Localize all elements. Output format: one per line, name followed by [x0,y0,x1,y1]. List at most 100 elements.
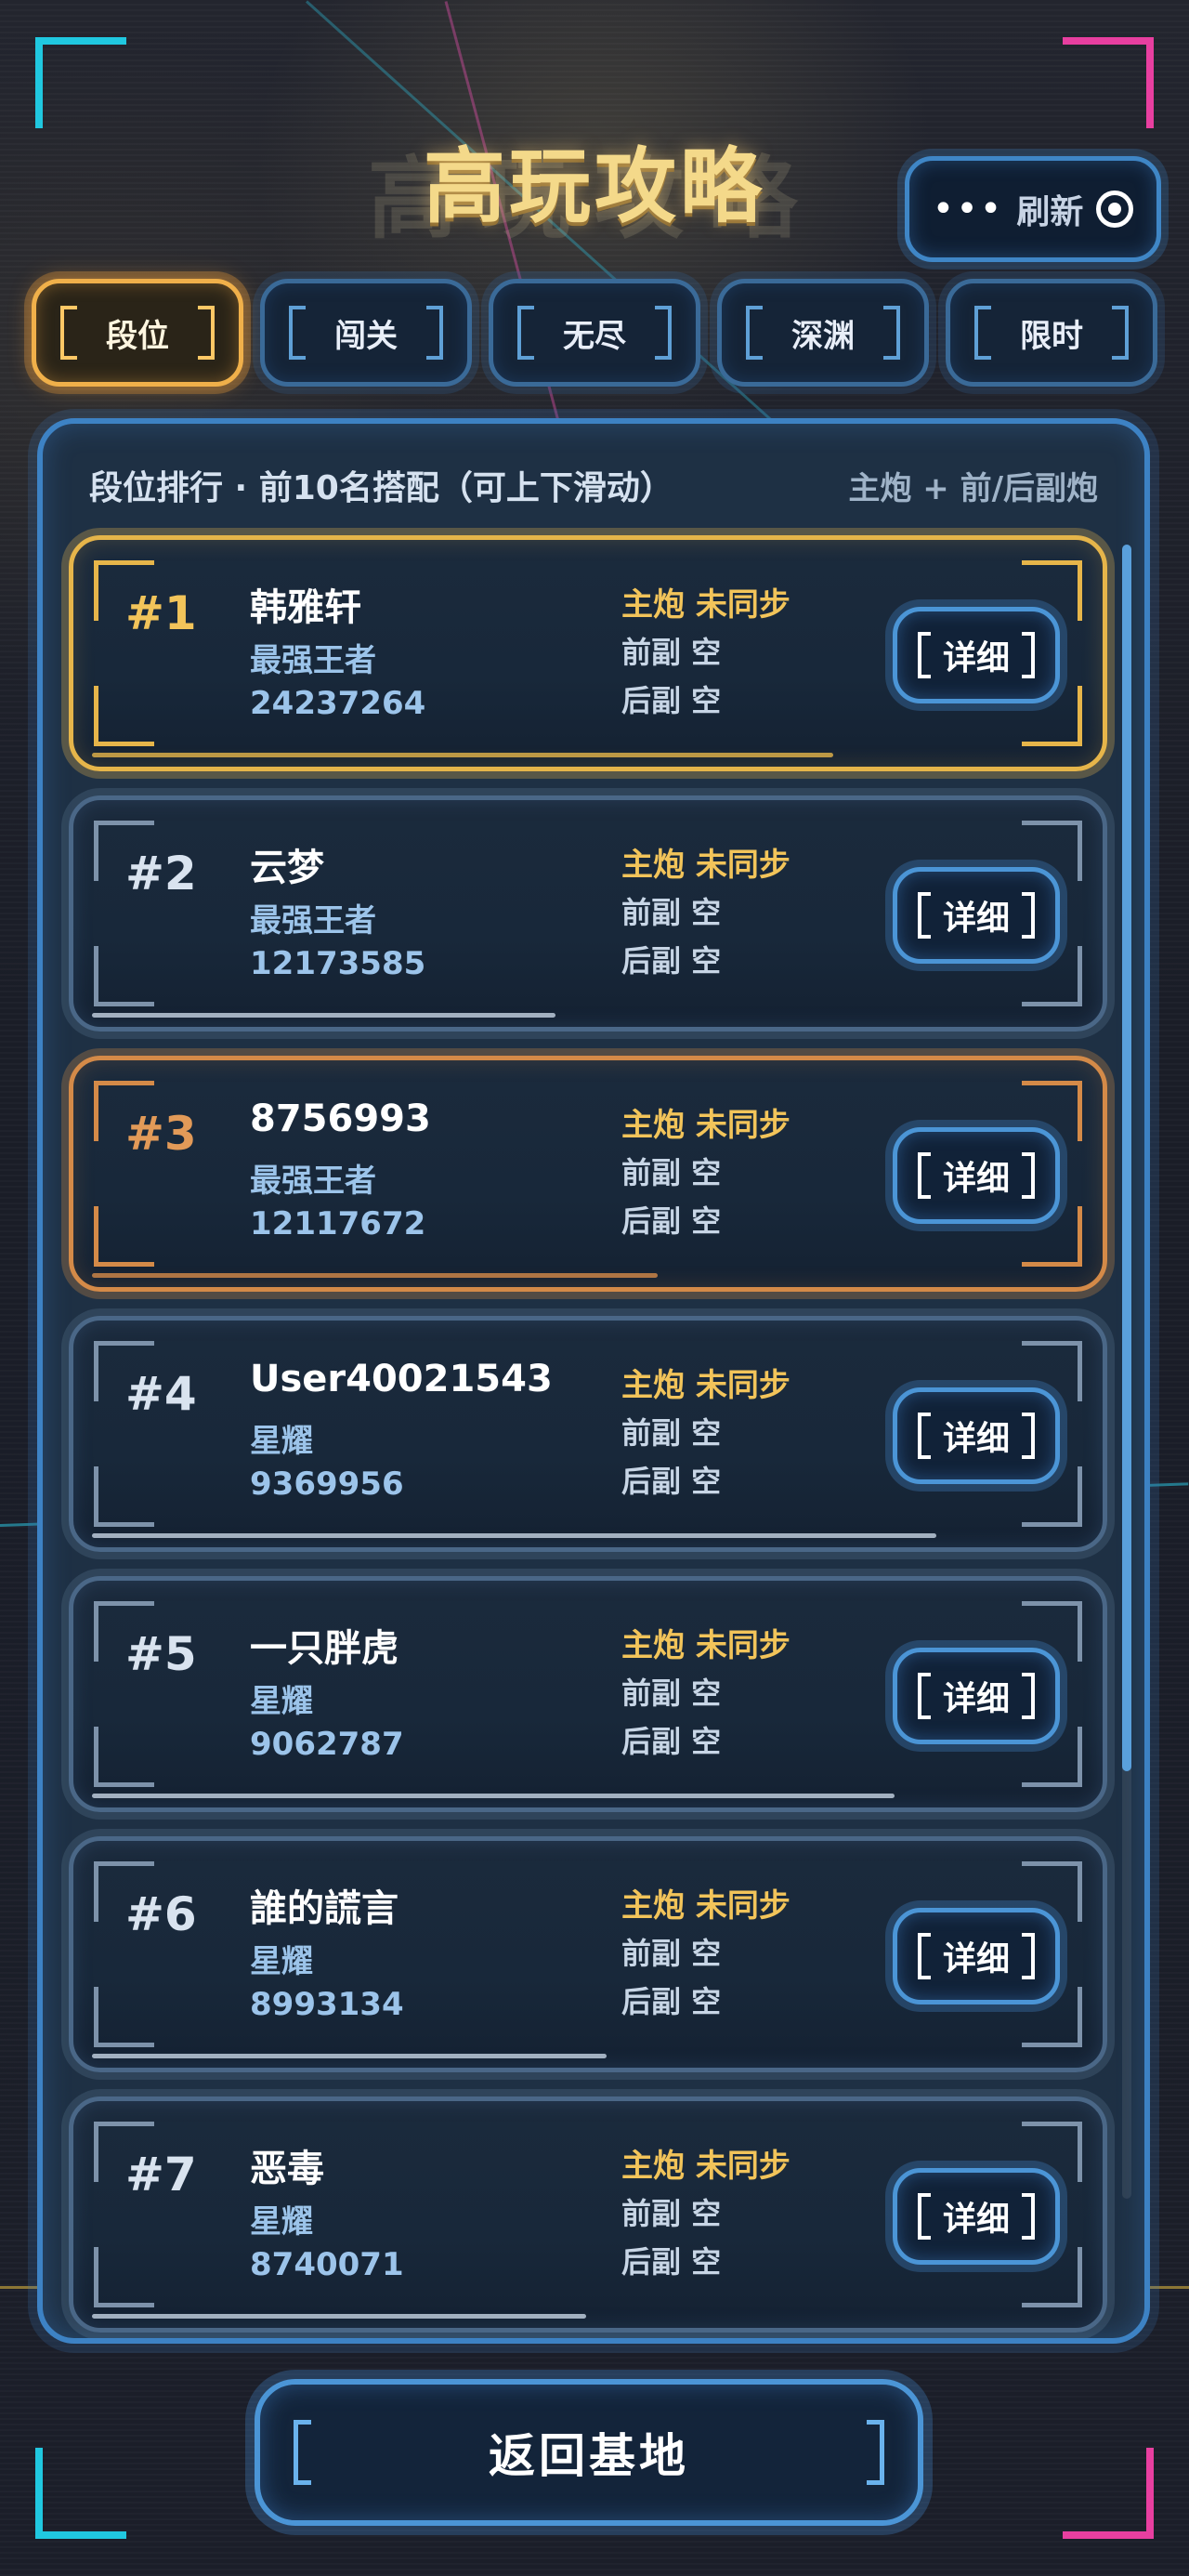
corner-bracket [94,2247,154,2307]
ranking-card: #4 User40021543 星耀 9369956 主炮 未同步 前副 空后副 空 详细 [69,1316,1107,1552]
main-cannon-status: 主炮 未同步 [621,1107,790,1144]
mode-tabs: 段位 闯关 无尽 深渊 限时 [32,279,1157,387]
bracket-left-icon [746,306,763,360]
detail-button[interactable]: 详细 [893,867,1060,964]
tab-4[interactable]: 限时 [946,279,1157,387]
back-to-base-label: 返回基地 [489,2429,689,2483]
rear-sub-cannon: 后副 空 [621,683,722,718]
progress-bar [92,753,833,757]
bracket-right-icon [198,306,215,360]
front-sub-cannon: 前副 空 [621,1155,722,1190]
detail-label: 详细 [942,1420,1010,1458]
detail-button[interactable]: 详细 [893,1127,1060,1224]
tab-label: 闯关 [334,317,398,355]
bracket-right-icon [1022,1413,1035,1459]
panel-legend: 主炮 + 前/后副炮 [848,469,1098,507]
detail-button[interactable]: 详细 [893,1387,1060,1484]
ranking-card: #1 韩雅轩 最强王者 24237264 主炮 未同步 前副 空后副 空 详细 [69,535,1107,771]
bracket-right-icon [1022,1933,1035,1979]
rank-number: #3 [125,1107,197,1161]
bracket-left-icon [918,1673,931,1719]
rank-number: #2 [125,847,197,900]
front-sub-cannon: 前副 空 [621,1676,722,1711]
front-sub-cannon: 前副 空 [621,635,722,670]
detail-label: 详细 [942,900,1010,938]
refresh-label: 刷新 [1016,193,1084,231]
detail-button[interactable]: 详细 [893,1648,1060,1744]
main-cannon-status: 主炮 未同步 [621,1627,790,1664]
progress-bar [92,1794,895,1798]
corner-bracket [94,686,154,746]
panel-heading: 段位排行 · 前10名搭配（可上下滑动） [89,469,673,507]
rear-sub-cannon: 后副 空 [621,943,722,979]
player-name: 恶毒 [250,2148,324,2190]
main-cannon-status: 主炮 未同步 [621,1887,790,1925]
scrollbar-thumb[interactable] [1122,545,1131,1771]
corner-bracket [35,37,126,128]
player-score: 12117672 [250,1205,426,1242]
bracket-left-icon [60,306,77,360]
tab-2[interactable]: 无尽 [489,279,700,387]
tab-3[interactable]: 深渊 [717,279,929,387]
detail-label: 详细 [942,1160,1010,1198]
player-tier: 最强王者 [250,902,376,940]
rear-sub-cannon: 后副 空 [621,1724,722,1759]
player-tier: 星耀 [250,1423,313,1460]
bracket-right-icon [867,2420,884,2485]
player-score: 9062787 [250,1726,404,1763]
rear-sub-cannon: 后副 空 [621,1464,722,1499]
detail-button[interactable]: 详细 [893,607,1060,703]
bracket-right-icon [1022,632,1035,678]
corner-bracket [1063,37,1154,128]
main-cannon-status: 主炮 未同步 [621,586,790,624]
refresh-button[interactable]: ••• 刷新 [905,156,1161,262]
player-name: 一只胖虎 [250,1627,399,1670]
bracket-left-icon [918,1413,931,1459]
back-to-base-button[interactable]: 返回基地 [255,2379,923,2526]
rear-sub-cannon: 后副 空 [621,2244,722,2280]
detail-label: 详细 [942,639,1010,677]
front-sub-cannon: 前副 空 [621,895,722,930]
main-cannon-status: 主炮 未同步 [621,847,790,884]
progress-bar [92,1533,936,1538]
front-sub-cannon: 前副 空 [621,2196,722,2231]
bracket-left-icon [918,2193,931,2240]
bracket-left-icon [918,1152,931,1199]
corner-bracket [94,1987,154,2047]
bracket-left-icon [918,892,931,939]
player-score: 8993134 [250,1986,404,2023]
player-name: 韩雅轩 [250,586,361,629]
ranking-list[interactable]: #1 韩雅轩 最强王者 24237264 主炮 未同步 前副 空后副 空详细 #2 云梦 最强王… [69,535,1107,2338]
detail-button[interactable]: 详细 [893,1908,1060,2004]
player-name: User40021543 [250,1358,553,1400]
bracket-right-icon [1022,1152,1035,1199]
player-score: 24237264 [250,685,426,722]
bracket-right-icon [655,306,672,360]
corner-bracket [94,1466,154,1527]
rank-number: #6 [125,1887,197,1941]
tab-label: 无尽 [563,317,626,355]
tab-0[interactable]: 段位 [32,279,243,387]
scrollbar[interactable] [1122,545,1131,2199]
rank-number: #5 [125,1627,197,1681]
tab-label: 限时 [1020,317,1083,355]
tab-label: 深渊 [791,317,855,355]
detail-label: 详细 [942,1680,1010,1718]
progress-bar [92,2314,586,2319]
progress-bar [92,2054,607,2058]
main-cannon-status: 主炮 未同步 [621,2148,790,2185]
player-score: 12173585 [250,945,426,982]
player-tier: 星耀 [250,2203,313,2241]
corner-bracket [94,1206,154,1267]
ranking-card: #2 云梦 最强王者 12173585 主炮 未同步 前副 空后副 空 详细 [69,795,1107,1032]
ranking-card: #5 一只胖虎 星耀 9062787 主炮 未同步 前副 空后副 空 详细 [69,1576,1107,1812]
detail-button[interactable]: 详细 [893,2168,1060,2265]
player-name: 誰的謊言 [250,1887,399,1930]
front-sub-cannon: 前副 空 [621,1936,722,1971]
rear-sub-cannon: 后副 空 [621,1984,722,2019]
bracket-left-icon [918,632,931,678]
more-dots-icon: ••• [932,188,1004,230]
tab-1[interactable]: 闯关 [260,279,472,387]
corner-bracket [1063,2448,1154,2539]
player-name: 8756993 [250,1097,431,1140]
